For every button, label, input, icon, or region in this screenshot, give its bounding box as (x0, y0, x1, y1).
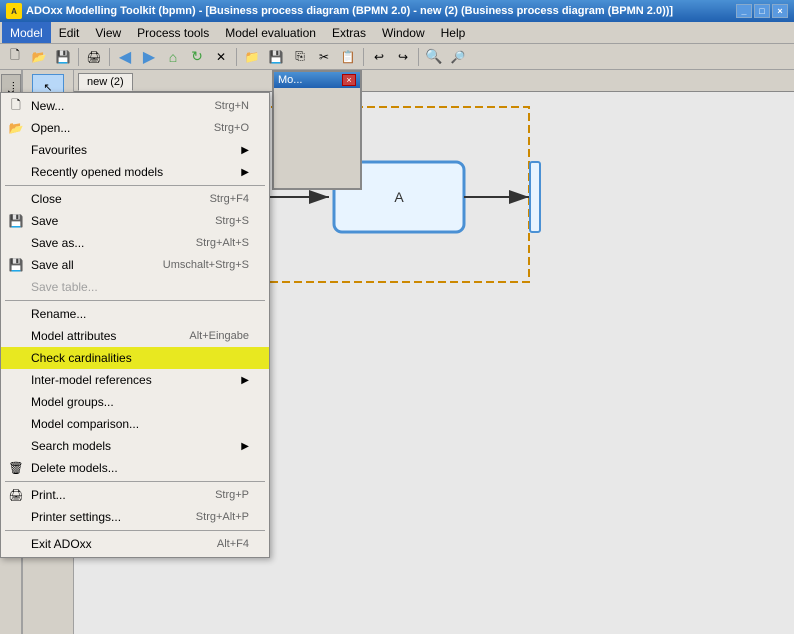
tool-circle-green2[interactable]: ◉ (32, 202, 64, 228)
toolbar-save2[interactable]: 💾 (265, 46, 287, 68)
tool-rect1[interactable] (34, 132, 62, 144)
tool-rect3[interactable] (34, 160, 62, 170)
toolbar-forward[interactable]: ▶ (138, 46, 160, 68)
window-controls: _ □ × (736, 4, 788, 18)
toolbar-sep-2 (109, 48, 110, 66)
tab-bar: new (2) (74, 70, 794, 92)
toolbar-sep-4 (363, 48, 364, 66)
main-area: Ex... ↖ + ● ◉ ✉ ○ ◇ ◈ 🗒 ✉ ··· new (2) (0, 70, 794, 634)
maximize-button[interactable]: □ (754, 4, 770, 18)
tool-circle-envelope[interactable]: ✉ (32, 231, 64, 257)
tool-doc[interactable]: 🗒 (32, 379, 64, 405)
toolbar-zoom[interactable]: 🔎 (447, 46, 469, 68)
toolbar-save[interactable]: 💾 (52, 46, 74, 68)
diagram-tab[interactable]: new (2) (78, 73, 133, 91)
tool-dotted[interactable]: ··· (35, 437, 61, 451)
toolbar-new[interactable]: 🗋 (4, 46, 26, 68)
canvas-area: new (2) A (74, 70, 794, 634)
toolbar-redo[interactable]: ↪ (392, 46, 414, 68)
menu-bar: Model Edit View Process tools Model eval… (0, 22, 794, 44)
canvas-svg: A (74, 92, 794, 634)
explorer-tab[interactable]: Ex... (1, 74, 21, 110)
toolbar-find[interactable]: 🔍 (423, 46, 445, 68)
menu-view[interactable]: View (87, 22, 129, 43)
toolbar-refresh[interactable]: ↻ (186, 46, 208, 68)
toolbar-open2[interactable]: 📁 (241, 46, 263, 68)
menu-model-evaluation[interactable]: Model evaluation (217, 22, 324, 43)
toolbar-paste[interactable]: 📋 (337, 46, 359, 68)
menu-process-tools[interactable]: Process tools (129, 22, 217, 43)
tool-circle-outline[interactable]: ○ (32, 260, 64, 286)
menu-extras[interactable]: Extras (324, 22, 374, 43)
title-bar: A ADOxx Modelling Toolkit (bpmn) - [Busi… (0, 0, 794, 22)
tool-small-rect[interactable] (35, 306, 61, 318)
left-panel: Ex... (0, 70, 22, 634)
tool-diamond2[interactable]: ◈ (32, 350, 64, 376)
tool-circle-green[interactable]: ● (32, 173, 64, 199)
toolbar-open[interactable]: 📂 (28, 46, 50, 68)
tool-cursor[interactable]: ↖ (32, 74, 64, 100)
toolbar: 🗋 📂 💾 🖨 ◀ ▶ ⌂ ↻ ✕ 📁 💾 ⎘ ✂ 📋 ↩ ↪ 🔍 🔎 (0, 44, 794, 70)
tool-envelope[interactable]: ✉ (32, 408, 64, 434)
tool-crosshair[interactable]: + (32, 103, 64, 129)
toolbar-print[interactable]: 🖨 (83, 46, 105, 68)
close-button[interactable]: × (772, 4, 788, 18)
tool-palette: ↖ + ● ◉ ✉ ○ ◇ ◈ 🗒 ✉ ··· (22, 70, 74, 634)
minimize-button[interactable]: _ (736, 4, 752, 18)
toolbar-stop[interactable]: ✕ (210, 46, 232, 68)
toolbar-back[interactable]: ◀ (114, 46, 136, 68)
toolbar-sep-3 (236, 48, 237, 66)
tool-rect2[interactable] (34, 147, 62, 157)
title-text: ADOxx Modelling Toolkit (bpmn) - [Busine… (26, 5, 736, 17)
app-icon: A (6, 3, 22, 19)
menu-model[interactable]: Model (2, 22, 51, 43)
tool-rect-blue[interactable] (35, 289, 61, 303)
tool-diamond[interactable]: ◇ (32, 321, 64, 347)
toolbar-cut[interactable]: ✂ (313, 46, 335, 68)
toolbar-home[interactable]: ⌂ (162, 46, 184, 68)
menu-help[interactable]: Help (433, 22, 474, 43)
toolbar-copy[interactable]: ⎘ (289, 46, 311, 68)
menu-window[interactable]: Window (374, 22, 433, 43)
toolbar-undo[interactable]: ↩ (368, 46, 390, 68)
menu-edit[interactable]: Edit (51, 22, 88, 43)
toolbar-sep-5 (418, 48, 419, 66)
toolbar-sep-1 (78, 48, 79, 66)
svg-text:A: A (394, 189, 404, 205)
